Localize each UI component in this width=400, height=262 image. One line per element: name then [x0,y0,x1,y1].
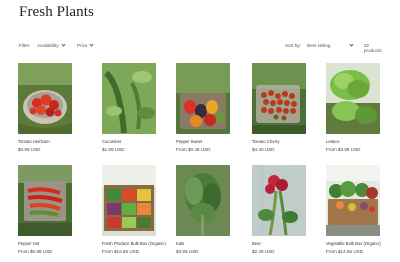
product-card-pepper-hot[interactable]: Pepper Hot From $0.99 USD [18,165,74,254]
page-title: Fresh Plants [19,4,94,20]
product-price: $3.99 USD [18,147,41,152]
product-name[interactable]: Vegetable Bulk Box (Organic) [326,241,382,246]
product-count: 32 products [364,43,382,53]
product-price: $2.49 USD [252,249,275,254]
product-image[interactable] [102,165,156,236]
product-price: From $16.55 USD [102,249,140,254]
product-image[interactable] [326,63,380,134]
product-name[interactable]: Cucumber [102,139,158,144]
product-name[interactable]: Tomato Heirloom [18,139,74,144]
product-card-pepper-sweet[interactable]: Pepper Sweet From $0.49 USD [176,63,232,152]
product-image[interactable] [176,63,230,134]
product-image[interactable] [252,63,306,134]
product-price: From $0.99 USD [18,249,53,254]
product-name[interactable]: Fresh Produce Bulk Box (Organic) [102,241,166,246]
chevron-down-icon [349,42,354,47]
price-filter-label: Price [77,43,88,48]
product-image[interactable] [326,165,380,236]
product-card-cucumber[interactable]: Cucumber $1.99 USD [102,63,158,152]
product-price: $1.99 USD [102,147,125,152]
product-price: $3.99 USD [176,249,199,254]
product-card-lettuce[interactable]: Lettuce From $3.99 USD [326,63,382,152]
product-price: From $14.66 USD [326,249,364,254]
filter-bar: Filter: Availability Price Sort by: Best… [19,42,386,53]
product-card-tomato-heirloom[interactable]: Tomato Heirloom $3.99 USD [18,63,74,152]
product-card-tomato-cherry[interactable]: Tomato Cherry $4.40 USD [252,63,308,152]
chevron-down-icon [89,42,95,47]
product-price: $4.40 USD [252,147,275,152]
product-name[interactable]: Lettuce [326,139,382,144]
filter-label: Filter: [19,43,31,48]
product-image[interactable] [18,63,72,134]
product-card-fresh-produce-bulk-box[interactable]: Fresh Produce Bulk Box (Organic) From $1… [102,165,166,254]
sort-select[interactable]: Best selling [307,42,354,48]
product-name[interactable]: Tomato Cherry [252,139,308,144]
product-price: From $0.49 USD [176,147,211,152]
sort-label: Sort by: [285,43,301,48]
availability-filter[interactable]: Availability [37,42,66,48]
availability-filter-label: Availability [37,43,59,48]
chevron-down-icon [61,42,66,47]
product-card-kale[interactable]: Kale $3.99 USD [176,165,232,254]
product-name[interactable]: Pepper Hot [18,241,74,246]
product-price: From $3.99 USD [326,147,361,152]
sort-select-value: Best selling [307,43,331,48]
product-card-beet[interactable]: Beet $2.49 USD [252,165,308,254]
product-image[interactable] [102,63,156,134]
product-image[interactable] [18,165,72,236]
product-image[interactable] [176,165,230,236]
product-name[interactable]: Pepper Sweet [176,139,232,144]
product-card-vegetable-bulk-box[interactable]: Vegetable Bulk Box (Organic) From $14.66… [326,165,382,254]
product-name[interactable]: Kale [176,241,232,246]
price-filter[interactable]: Price [77,42,95,48]
product-name[interactable]: Beet [252,241,308,246]
product-image[interactable] [252,165,306,236]
